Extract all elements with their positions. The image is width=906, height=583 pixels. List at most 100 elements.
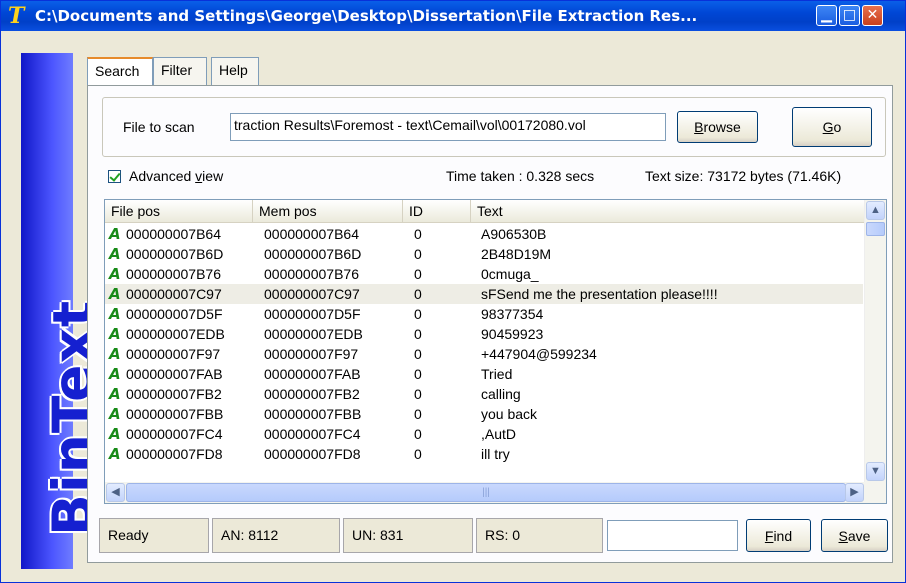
- table-row[interactable]: A 000000007D5F 000000007D5F 0 98377354: [105, 304, 863, 324]
- cell-text: 98377354: [481, 306, 544, 322]
- horizontal-scroll-thumb[interactable]: |||: [126, 483, 846, 502]
- scroll-down-button[interactable]: ▼: [866, 462, 885, 481]
- cell-file-pos: 000000007F97: [126, 346, 221, 362]
- close-button[interactable]: ✕: [862, 5, 883, 26]
- cell-mem-pos: 000000007D5F: [264, 306, 361, 322]
- table-row[interactable]: A 000000007FC4 000000007FC4 0 ,AutD: [105, 424, 863, 444]
- time-taken-text: Time taken : 0.328 secs: [446, 168, 595, 184]
- status-rs-count: RS: 0: [476, 518, 603, 553]
- scroll-right-button[interactable]: ▶: [845, 483, 864, 502]
- table-row[interactable]: A 000000007B76 000000007B76 0 0cmuga_: [105, 264, 863, 284]
- horizontal-scrollbar[interactable]: ◀ ||| ▶: [105, 482, 886, 503]
- vertical-scroll-thumb[interactable]: [866, 222, 885, 236]
- cell-file-pos: 000000007D5F: [126, 306, 223, 322]
- ascii-string-icon: A: [109, 245, 121, 263]
- results-list[interactable]: File pos Mem pos ID Text A 000000007B64 00…: [104, 199, 887, 504]
- bintext-app-icon: T: [8, 3, 25, 29]
- cell-text: calling: [481, 386, 521, 402]
- vertical-scrollbar[interactable]: ▲ ▼: [864, 200, 886, 483]
- cell-file-pos: 000000007FAB: [126, 366, 223, 382]
- cell-mem-pos: 000000007FAB: [264, 366, 361, 382]
- table-row[interactable]: A 000000007F97 000000007F97 0 +447904@599234: [105, 344, 863, 364]
- table-row[interactable]: A 000000007FBB 000000007FBB 0 you back: [105, 404, 863, 424]
- cell-id: 0: [414, 366, 422, 382]
- cell-id: 0: [414, 286, 422, 302]
- minimize-button[interactable]: ▁: [816, 5, 837, 26]
- ascii-string-icon: A: [109, 385, 121, 403]
- main-window: T C:\Documents and Settings\George\Deskt…: [0, 0, 906, 583]
- advanced-view-label[interactable]: Advanced view: [129, 168, 223, 184]
- cell-mem-pos: 000000007FB2: [264, 386, 360, 402]
- file-path-input[interactable]: traction Results\Foremost - text\Cemail\…: [230, 113, 666, 141]
- maximize-button[interactable]: □: [839, 5, 860, 26]
- cell-file-pos: 000000007B6D: [126, 246, 224, 262]
- cell-mem-pos: 000000007FBB: [264, 406, 362, 422]
- table-row[interactable]: A 000000007FD8 000000007FD8 0 ill try: [105, 444, 863, 464]
- cell-mem-pos: 000000007B6D: [264, 246, 362, 262]
- browse-button[interactable]: Browse: [677, 111, 758, 143]
- ascii-string-icon: A: [109, 405, 121, 423]
- cell-file-pos: 000000007FBB: [126, 406, 224, 422]
- scroll-up-button[interactable]: ▲: [866, 201, 885, 220]
- cell-id: 0: [414, 406, 422, 422]
- table-row[interactable]: A 000000007FAB 000000007FAB 0 Tried: [105, 364, 863, 384]
- cell-id: 0: [414, 246, 422, 262]
- column-file-pos[interactable]: File pos: [105, 200, 253, 222]
- cell-file-pos: 000000007FD8: [126, 446, 223, 462]
- ascii-string-icon: A: [109, 265, 121, 283]
- cell-file-pos: 000000007EDB: [126, 326, 225, 342]
- cell-text: 2B48D19M: [481, 246, 552, 262]
- cell-id: 0: [414, 346, 422, 362]
- tab-search[interactable]: Search: [87, 57, 153, 87]
- title-bar[interactable]: T C:\Documents and Settings\George\Deskt…: [1, 1, 905, 31]
- table-row[interactable]: A 000000007B6D 000000007B6D 0 2B48D19M: [105, 244, 863, 264]
- cell-id: 0: [414, 326, 422, 342]
- cell-id: 0: [414, 226, 422, 242]
- column-mem-pos[interactable]: Mem pos: [253, 200, 403, 222]
- text-size-text: Text size: 73172 bytes (71.46K): [645, 168, 842, 184]
- ascii-string-icon: A: [109, 225, 121, 243]
- scroll-left-button[interactable]: ◀: [106, 483, 125, 502]
- ascii-string-icon: A: [109, 365, 121, 383]
- find-button[interactable]: Find: [746, 519, 811, 552]
- tab-filter[interactable]: Filter: [153, 57, 207, 85]
- table-row[interactable]: A 000000007FB2 000000007FB2 0 calling: [105, 384, 863, 404]
- column-id[interactable]: ID: [403, 200, 471, 222]
- tab-help[interactable]: Help: [211, 57, 259, 85]
- cell-id: 0: [414, 446, 422, 462]
- list-header: File pos Mem pos ID Text: [105, 200, 865, 223]
- go-button[interactable]: Go: [792, 107, 872, 147]
- save-button[interactable]: Save: [821, 519, 888, 552]
- status-state: Ready: [99, 518, 209, 553]
- cell-mem-pos: 000000007B64: [264, 226, 359, 242]
- advanced-view-checkbox[interactable]: [108, 170, 121, 183]
- cell-id: 0: [414, 306, 422, 322]
- status-un-count: UN: 831: [343, 518, 473, 553]
- cell-mem-pos: 000000007C97: [264, 286, 360, 302]
- cell-file-pos: 000000007FB2: [126, 386, 222, 402]
- cell-mem-pos: 000000007F97: [264, 346, 359, 362]
- ascii-string-icon: A: [109, 425, 121, 443]
- cell-text: +447904@599234: [481, 346, 597, 362]
- find-input[interactable]: [607, 520, 738, 551]
- cell-text: Tried: [481, 366, 513, 382]
- cell-file-pos: 000000007B64: [126, 226, 221, 242]
- file-to-scan-label: File to scan: [123, 119, 195, 135]
- cell-id: 0: [414, 266, 422, 282]
- cell-mem-pos: 000000007B76: [264, 266, 359, 282]
- table-row[interactable]: A 000000007EDB 000000007EDB 0 90459923: [105, 324, 863, 344]
- ascii-string-icon: A: [109, 325, 121, 343]
- status-an-count: AN: 8112: [212, 518, 340, 553]
- cell-text: 90459923: [481, 326, 544, 342]
- cell-id: 0: [414, 386, 422, 402]
- table-row[interactable]: A 000000007C97 000000007C97 0 sFSend me the …: [105, 284, 863, 304]
- ascii-string-icon: A: [109, 305, 121, 323]
- table-row[interactable]: A 000000007B64 000000007B64 0 A906530B: [105, 224, 863, 244]
- cell-mem-pos: 000000007FD8: [264, 446, 361, 462]
- ascii-string-icon: A: [109, 285, 121, 303]
- list-rows: A 000000007B64 000000007B64 0 A906530B A 00000…: [105, 224, 863, 484]
- cell-text: A906530B: [481, 226, 547, 242]
- cell-text: ,AutD: [481, 426, 517, 442]
- cell-id: 0: [414, 426, 422, 442]
- column-text[interactable]: Text: [471, 200, 865, 222]
